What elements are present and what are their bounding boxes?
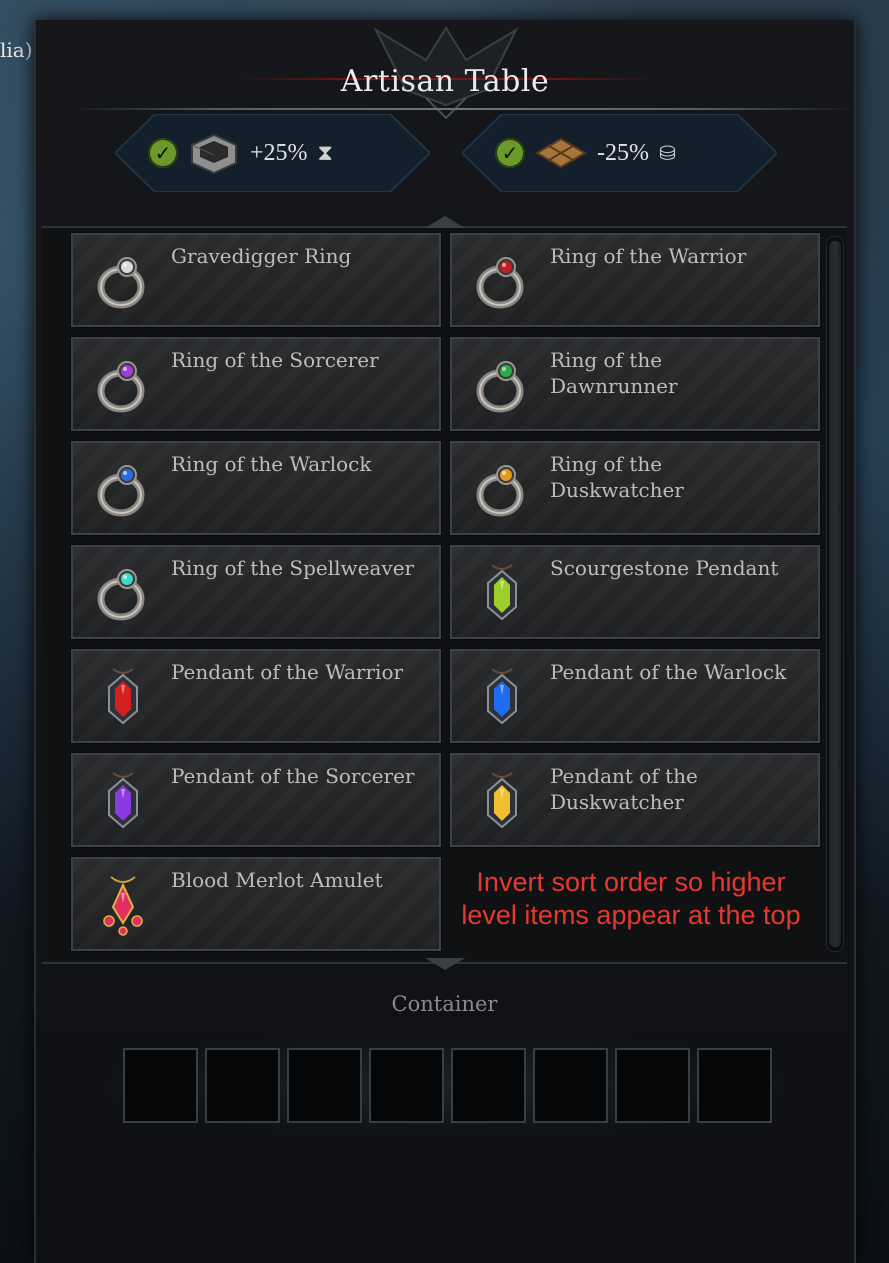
crafting-cost-bonus: ✓ -25% ⛁ [462, 114, 777, 192]
container-slot[interactable] [205, 1048, 280, 1123]
pendant-icon [487, 564, 517, 621]
container-slots [123, 1048, 772, 1123]
frame-notch [425, 958, 465, 970]
scroll-thumb[interactable] [829, 241, 841, 947]
container-slot[interactable] [533, 1048, 608, 1123]
pendant-icon [487, 772, 517, 829]
container-slot[interactable] [697, 1048, 772, 1123]
recipe-card[interactable]: Ring of the Spellweaver [70, 544, 442, 640]
frame-notch [425, 216, 465, 228]
recipe-card[interactable]: Ring of the Warrior [449, 232, 821, 328]
recipe-card[interactable]: Blood Merlot Amulet [70, 856, 442, 952]
ring-icon [97, 569, 145, 621]
bonus-value: +25% [250, 139, 308, 166]
annotation-note: Invert sort order so higher level items … [461, 867, 801, 930]
pendant-icon [108, 668, 138, 725]
recipe-scrollbar[interactable] [826, 236, 844, 952]
pendant-icon [487, 668, 517, 725]
ring-icon [476, 465, 524, 517]
wood-planks-icon [535, 137, 587, 169]
recipe-card[interactable]: Pendant of the Warrior [70, 648, 442, 744]
recipe-card[interactable]: Pendant of the Duskwatcher [449, 752, 821, 848]
recipe-name: Pendant of the Warrior [171, 660, 404, 684]
check-icon: ✓ [148, 138, 178, 168]
crafting-time-bonus: ✓ +25% ⧗ [115, 114, 430, 192]
bonus-value: -25% [597, 139, 649, 166]
recipe-name: Blood Merlot Amulet [171, 868, 383, 892]
recipe-card[interactable]: Gravedigger Ring [70, 232, 442, 328]
ring-icon [97, 465, 145, 517]
window-title: Artisan Table [340, 64, 550, 99]
recipe-name: Gravedigger Ring [171, 244, 352, 268]
container-slot[interactable] [451, 1048, 526, 1123]
recipe-card[interactable]: Pendant of the Warlock [449, 648, 821, 744]
ring-icon [476, 257, 524, 309]
hourglass-icon: ⧗ [317, 140, 333, 166]
recipe-name: Ring of the Warlock [171, 452, 372, 476]
container-slot[interactable] [615, 1048, 690, 1123]
recipe-card[interactable]: Ring of the Warlock [70, 440, 442, 536]
recipe-name: Ring of the Spellweaver [171, 556, 415, 580]
container-slot[interactable] [123, 1048, 198, 1123]
recipe-name: Ring of the Duskwatcher [550, 452, 684, 502]
container-slot[interactable] [287, 1048, 362, 1123]
recipe-name: Pendant of the Warlock [550, 660, 787, 684]
recipe-card[interactable]: Ring of the Duskwatcher [449, 440, 821, 536]
stone-frame-icon [191, 133, 237, 175]
recipe-name: Ring of the Dawnrunner [550, 348, 678, 398]
recipe-name: Scourgestone Pendant [550, 556, 779, 580]
ring-icon [97, 257, 145, 309]
amulet-icon [103, 876, 143, 936]
coins-icon: ⛁ [658, 141, 676, 165]
recipe-card[interactable]: Ring of the Dawnrunner [449, 336, 821, 432]
recipe-name: Ring of the Warrior [550, 244, 747, 268]
ring-icon [476, 361, 524, 413]
check-icon: ✓ [495, 138, 525, 168]
recipe-card[interactable]: Pendant of the Sorcerer [70, 752, 442, 848]
recipe-name: Pendant of the Duskwatcher [550, 764, 698, 814]
container-slot[interactable] [369, 1048, 444, 1123]
recipe-card[interactable]: Scourgestone Pendant [449, 544, 821, 640]
recipe-card[interactable]: Ring of the Sorcerer [70, 336, 442, 432]
recipe-name: Pendant of the Sorcerer [171, 764, 415, 788]
pendant-icon [108, 772, 138, 829]
ring-icon [97, 361, 145, 413]
background-label: lia) [0, 38, 33, 62]
recipe-name: Ring of the Sorcerer [171, 348, 379, 372]
container-label: Container [391, 992, 498, 1016]
title-divider [72, 108, 854, 110]
